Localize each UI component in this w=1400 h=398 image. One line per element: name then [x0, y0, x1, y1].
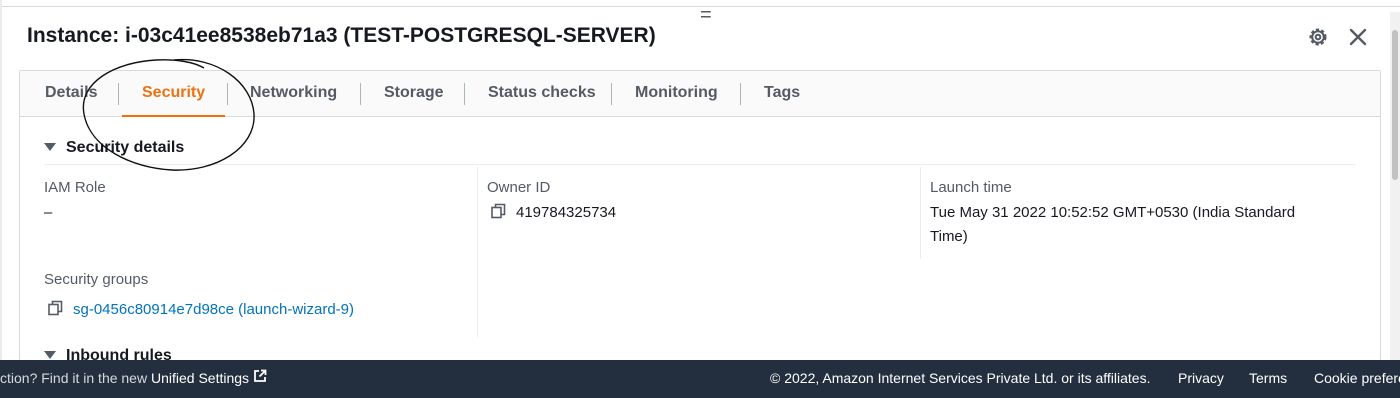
- iam-role-label: IAM Role: [44, 179, 106, 196]
- resize-handle[interactable]: =: [700, 5, 712, 25]
- scrollbar-thumb[interactable]: [1392, 30, 1398, 180]
- tab-divider: [740, 83, 741, 105]
- page-title: Instance: i-03c41ee8538eb71a3 (TEST-POST…: [27, 24, 656, 47]
- unified-settings-link[interactable]: Unified Settings: [151, 370, 249, 386]
- column-divider: [477, 167, 478, 337]
- footer-prompt: ction? Find it in the new Unified Settin…: [0, 369, 267, 388]
- caret-down-icon: [44, 142, 56, 151]
- tab-tags[interactable]: Tags: [764, 71, 800, 117]
- column-divider: [920, 167, 921, 259]
- owner-id-row: 419784325734: [491, 201, 616, 225]
- annotation-circle: [82, 58, 255, 171]
- tab-divider: [464, 83, 465, 105]
- left-edge: [0, 0, 2, 360]
- tab-divider: [360, 83, 361, 105]
- owner-id-value: 419784325734: [516, 204, 617, 221]
- ec2-instance-detail-panel: = Instance: i-03c41ee8538eb71a3 (TEST-PO…: [0, 0, 1400, 398]
- footer-prefix: ction? Find it in the new: [0, 370, 151, 386]
- footer-privacy-link[interactable]: Privacy: [1178, 370, 1224, 386]
- launch-time-value: Tue May 31 2022 10:52:52 GMT+0530 (India…: [930, 204, 1296, 245]
- owner-id-label: Owner ID: [487, 179, 551, 196]
- security-groups-label: Security groups: [44, 271, 149, 288]
- copy-icon[interactable]: [491, 203, 506, 219]
- settings-button[interactable]: [1306, 25, 1330, 49]
- footer-copyright: © 2022, Amazon Internet Services Private…: [770, 370, 1151, 386]
- footer-cookie-link[interactable]: Cookie prefere: [1314, 370, 1400, 386]
- tab-status-checks[interactable]: Status checks: [488, 71, 596, 117]
- console-footer: ction? Find it in the new Unified Settin…: [0, 360, 1400, 398]
- iam-role-value: –: [44, 204, 53, 221]
- launch-time-label: Launch time: [930, 179, 1012, 196]
- close-icon: [1349, 28, 1367, 46]
- tab-divider: [611, 83, 612, 105]
- copy-icon[interactable]: [48, 300, 63, 316]
- tab-monitoring[interactable]: Monitoring: [635, 71, 718, 117]
- tab-storage[interactable]: Storage: [384, 71, 444, 117]
- security-group-link[interactable]: sg-0456c80914e7d98ce (launch-wizard-9): [73, 301, 354, 318]
- security-groups-row: sg-0456c80914e7d98ce (launch-wizard-9): [48, 298, 354, 322]
- caret-down-icon: [44, 350, 56, 359]
- close-button[interactable]: [1346, 25, 1370, 49]
- gear-icon: [1309, 28, 1327, 46]
- tab-networking[interactable]: Networking: [250, 71, 337, 117]
- external-link-icon: [253, 369, 267, 386]
- footer-terms-link[interactable]: Terms: [1249, 370, 1287, 386]
